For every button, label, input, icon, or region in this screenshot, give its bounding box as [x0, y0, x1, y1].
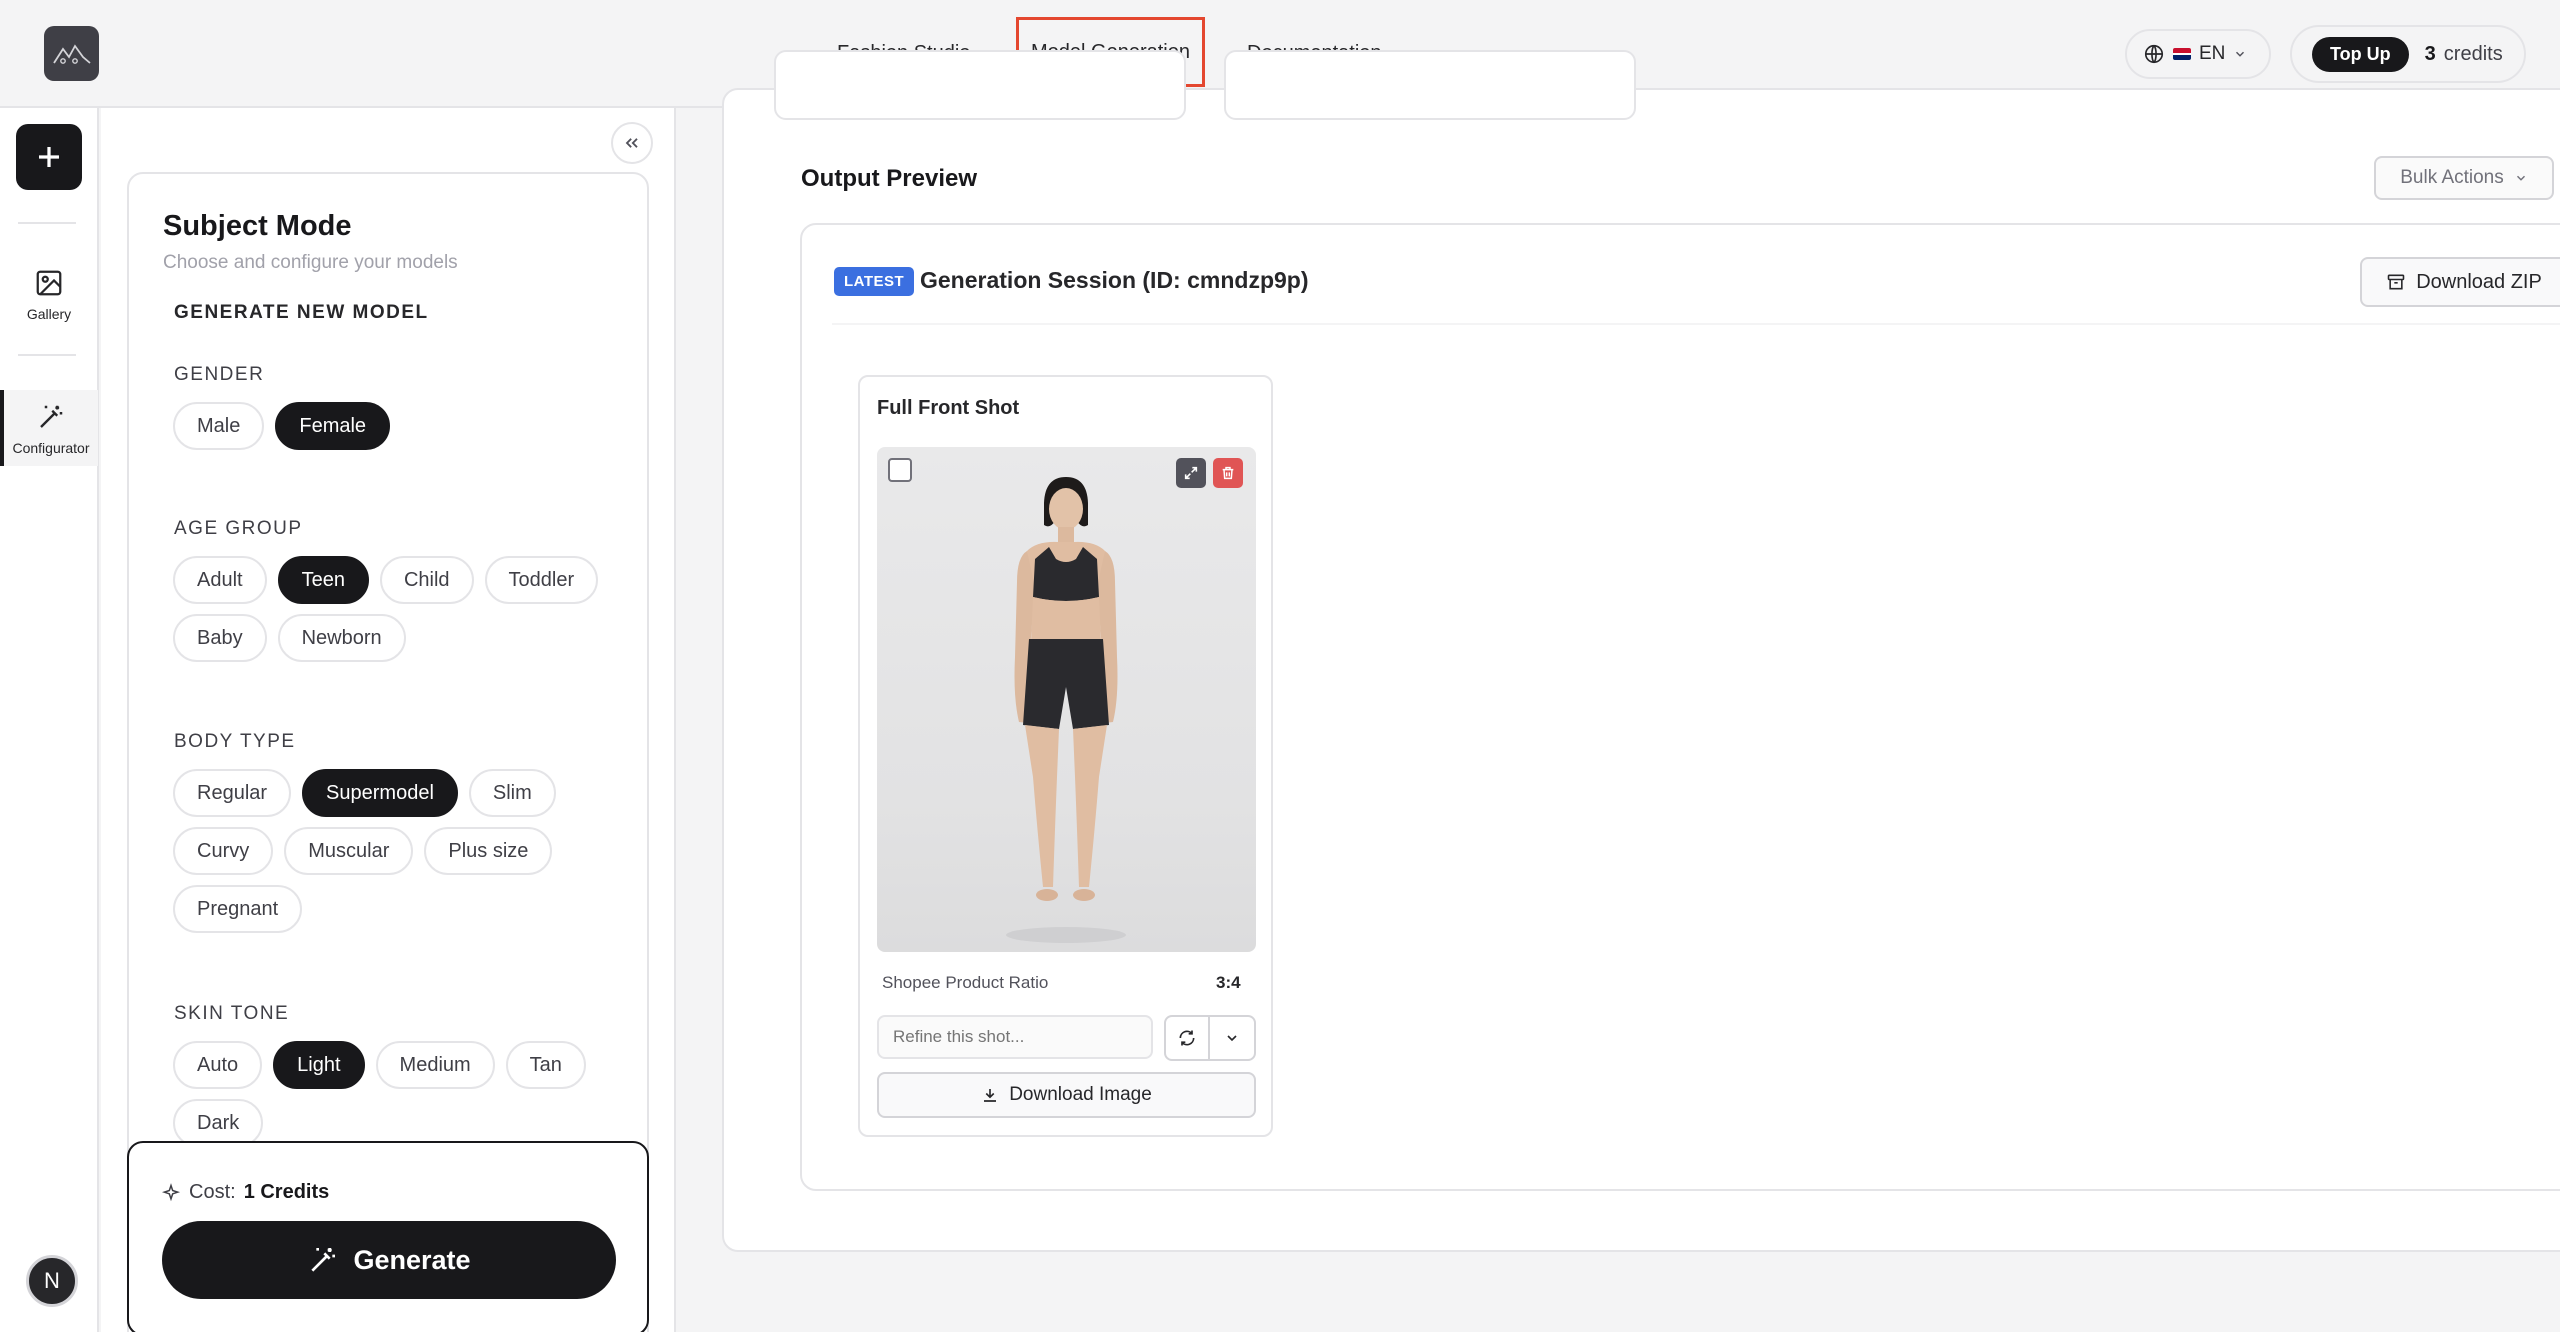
shot-card: Full Front Shot Shopee Product Ratio 3:4…: [858, 375, 1273, 1137]
main-area: Output Preview Bulk Actions LATEST Gener…: [678, 50, 2560, 1332]
rail-divider: [18, 222, 76, 224]
collapse-panel-button[interactable]: [611, 122, 653, 164]
skin-option-auto[interactable]: Auto: [173, 1041, 263, 1089]
output-panel: Output Preview Bulk Actions LATEST Gener…: [722, 50, 2560, 1252]
refine-input[interactable]: [877, 1015, 1153, 1059]
shot-title: Full Front Shot: [877, 397, 1020, 419]
cost-footer: Cost: 1 Credits Generate: [127, 1141, 649, 1332]
skin-tone-label: SKIN TONE: [174, 1003, 290, 1024]
trash-icon: [1222, 466, 1234, 480]
age-option-baby[interactable]: Baby: [173, 614, 267, 662]
generate-new-model-heading: GENERATE NEW MODEL: [174, 302, 429, 323]
body-option-curvy[interactable]: Curvy: [173, 827, 274, 875]
rail-item-gallery[interactable]: Gallery: [0, 268, 98, 322]
skin-tone-options: Auto Light Medium Tan Dark: [173, 1041, 633, 1147]
age-option-toddler[interactable]: Toddler: [484, 556, 599, 604]
new-button[interactable]: [16, 124, 82, 190]
expand-icon: [1184, 466, 1198, 480]
archive-icon: [2387, 274, 2405, 290]
age-group-label: AGE GROUP: [174, 518, 303, 539]
regenerate-button[interactable]: [1164, 1015, 1210, 1061]
session-divider: [832, 323, 2560, 325]
left-rail: Gallery Configurator N: [0, 108, 99, 1332]
credits-pill: Top Up 3 credits: [2290, 25, 2526, 83]
output-preview-title: Output Preview: [801, 165, 978, 192]
download-icon: [984, 1089, 997, 1102]
rail-item-configurator[interactable]: Configurator: [0, 390, 98, 466]
age-option-teen[interactable]: Teen: [277, 556, 369, 604]
rail-configurator-label: Configurator: [12, 440, 90, 456]
magic-wand-icon: [311, 1248, 336, 1272]
card-subtitle: Choose and configure your models: [163, 252, 458, 273]
upload-box-stub: [774, 50, 1186, 120]
generated-model-image[interactable]: [877, 447, 1256, 952]
gender-options: Male Female: [173, 402, 633, 450]
globe-icon: [2144, 44, 2164, 64]
cost-label: Cost:: [189, 1181, 236, 1203]
gender-label: GENDER: [174, 364, 265, 385]
body-option-slim[interactable]: Slim: [468, 769, 556, 817]
chevron-down-icon: [2236, 51, 2245, 57]
language-code: EN: [2199, 43, 2226, 64]
age-option-adult[interactable]: Adult: [173, 556, 267, 604]
body-option-supermodel[interactable]: Supermodel: [302, 769, 458, 817]
download-image-label: Download Image: [1009, 1084, 1152, 1105]
skin-option-tan[interactable]: Tan: [505, 1041, 586, 1089]
app-logo[interactable]: [44, 26, 99, 81]
download-image-button[interactable]: Download Image: [877, 1072, 1256, 1118]
card-title: Subject Mode: [163, 210, 352, 242]
cost-line: Cost: 1 Credits: [161, 1181, 329, 1204]
select-checkbox[interactable]: [888, 458, 912, 482]
latest-badge: LATEST: [834, 267, 915, 296]
chevron-down-icon: [1227, 1035, 1237, 1042]
ratio-value: 3:4: [1216, 973, 1241, 992]
skin-option-medium[interactable]: Medium: [375, 1041, 495, 1089]
download-zip-label: Download ZIP: [2416, 270, 2542, 293]
cost-value: 1 Credits: [243, 1181, 330, 1203]
upload-box-stub: [1224, 50, 1636, 120]
chevron-down-icon: [2516, 175, 2525, 181]
refresh-icon: [1179, 1030, 1195, 1046]
magic-wand-icon: [40, 405, 63, 428]
credits-count: 3: [2424, 42, 2436, 65]
chevrons-left-icon: [625, 138, 638, 148]
download-zip-button[interactable]: Download ZIP: [2360, 257, 2560, 307]
body-option-pregnant[interactable]: Pregnant: [173, 885, 303, 933]
bulk-actions-dropdown[interactable]: Bulk Actions: [2374, 156, 2554, 200]
language-selector[interactable]: EN: [2125, 29, 2271, 79]
gender-option-male[interactable]: Male: [173, 402, 265, 450]
gender-option-female[interactable]: Female: [275, 402, 391, 450]
session-title: Generation Session (ID: cmndzp9p): [920, 267, 1309, 293]
generate-label: Generate: [353, 1244, 471, 1275]
more-options-button[interactable]: [1208, 1015, 1256, 1061]
plus-icon: [39, 147, 59, 167]
skin-option-light[interactable]: Light: [273, 1041, 365, 1089]
sparkle-icon: [161, 1182, 181, 1201]
age-group-options: Adult Teen Child Toddler Baby Newborn: [173, 556, 633, 662]
delete-button[interactable]: [1213, 458, 1243, 488]
rail-divider: [18, 354, 76, 356]
ratio-label: Shopee Product Ratio: [882, 973, 1049, 992]
body-option-regular[interactable]: Regular: [173, 769, 292, 817]
skin-option-dark[interactable]: Dark: [173, 1099, 264, 1147]
rail-gallery-label: Gallery: [26, 306, 72, 322]
generate-button[interactable]: Generate: [162, 1221, 616, 1299]
uk-flag-icon: [2173, 48, 2191, 60]
body-option-muscular[interactable]: Muscular: [284, 827, 414, 875]
expand-button[interactable]: [1176, 458, 1206, 488]
age-option-newborn[interactable]: Newborn: [277, 614, 406, 662]
bulk-actions-label: Bulk Actions: [2400, 167, 2504, 188]
avatar[interactable]: N: [26, 1255, 78, 1307]
body-type-label: BODY TYPE: [174, 731, 296, 752]
mountain-logo-icon: [52, 43, 91, 64]
config-panel: Subject Mode Choose and configure your m…: [101, 108, 676, 1332]
top-up-button[interactable]: Top Up: [2312, 36, 2409, 72]
body-type-options: Regular Supermodel Slim Curvy Muscular P…: [173, 769, 633, 933]
model-figure-illustration: [1006, 477, 1126, 943]
age-option-child[interactable]: Child: [379, 556, 474, 604]
credits-label: credits: [2443, 42, 2503, 65]
image-icon: [36, 270, 62, 296]
generation-session: LATEST Generation Session (ID: cmndzp9p)…: [800, 223, 2560, 1191]
body-option-plus-size[interactable]: Plus size: [424, 827, 553, 875]
